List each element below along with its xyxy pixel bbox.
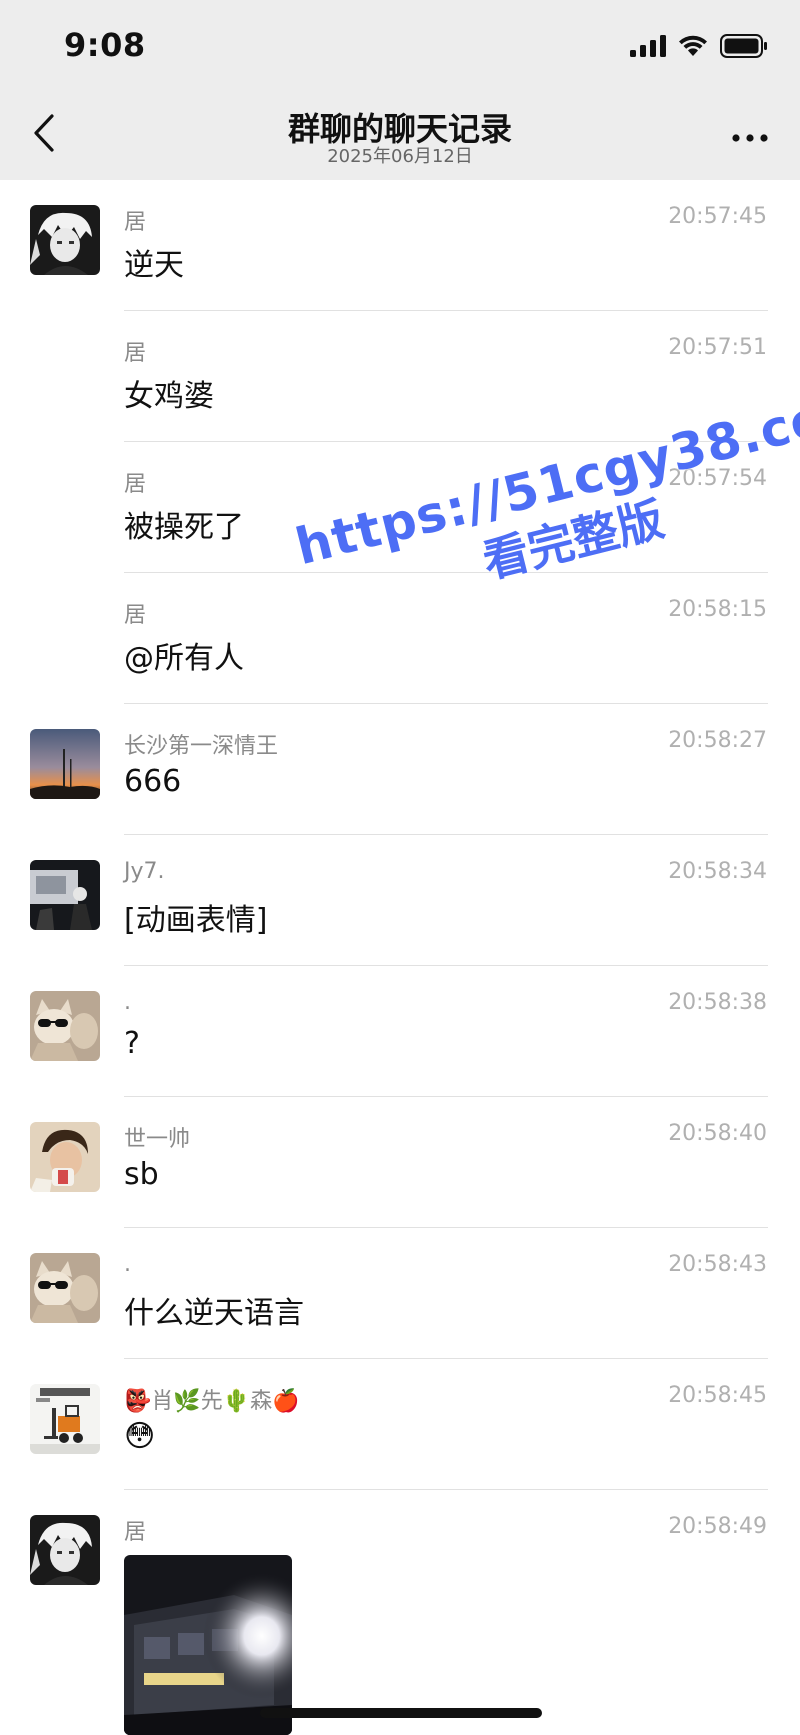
avatar-person-icon (30, 1122, 100, 1192)
message-list[interactable]: 居 20:57:45 逆天 居 20:57:51 女鸡婆 居 20:57:54 … (0, 180, 800, 1735)
message-text[interactable]: 什么逆天语言 (124, 1288, 304, 1332)
message-item[interactable]: 居 20:58:15 @所有人 (0, 573, 800, 704)
message-item[interactable]: . 20:58:38 ? (0, 966, 800, 1097)
navigation-bar: 群聊的聊天记录 2025年06月12日 (0, 92, 800, 180)
avatar[interactable] (30, 205, 100, 275)
sender-name: 居 (124, 341, 147, 366)
message-time: 20:58:38 (668, 990, 767, 1015)
sender-name: 居 (124, 1520, 147, 1545)
avatar-cat-sunglasses-icon (30, 991, 100, 1061)
message-time: 20:58:34 (668, 859, 767, 884)
avatar-sunset-icon (30, 729, 100, 799)
avatar-dark-room-icon (30, 860, 100, 930)
sender-name: 👺肖🌿先🌵森🍎 (124, 1389, 300, 1414)
message-text[interactable]: 逆天 (124, 240, 184, 284)
message-item[interactable]: Jy7. 20:58:34 [动画表情] (0, 835, 800, 966)
avatar[interactable] (30, 1122, 100, 1192)
sender-name: 居 (124, 603, 147, 628)
more-button[interactable] (728, 116, 772, 156)
avatar-cat-sunglasses-icon (30, 1253, 100, 1323)
message-item[interactable]: . 20:58:43 什么逆天语言 (0, 1228, 800, 1359)
message-text[interactable]: 666 (124, 764, 181, 799)
message-time: 20:58:27 (668, 728, 767, 753)
sender-name: 居 (124, 472, 147, 497)
sender-name: 居 (124, 210, 147, 235)
avatar[interactable] (30, 1253, 100, 1323)
sender-name: 世一帅 (124, 1127, 191, 1152)
wifi-icon (678, 35, 708, 61)
message-text[interactable]: @所有人 (124, 633, 244, 677)
avatar[interactable] (30, 1515, 100, 1585)
avatar[interactable] (30, 991, 100, 1061)
message-text[interactable]: ? (124, 1026, 140, 1061)
sender-name: 长沙第一深情王 (124, 734, 279, 759)
message-item[interactable]: 居 20:57:51 女鸡婆 (0, 311, 800, 442)
sender-name: Jy7. (124, 859, 165, 884)
sender-name: . (124, 1252, 131, 1277)
avatar[interactable] (30, 860, 100, 930)
sender-name: . (124, 990, 131, 1015)
message-text[interactable]: 😳 (124, 1419, 155, 1454)
message-time: 20:58:49 (668, 1514, 767, 1539)
message-time: 20:58:45 (668, 1383, 767, 1408)
battery-icon (720, 34, 768, 62)
home-indicator[interactable] (260, 1708, 542, 1718)
status-time: 9:08 (64, 26, 146, 64)
avatar[interactable] (30, 1384, 100, 1454)
message-item[interactable]: 长沙第一深情王 20:58:27 666 (0, 704, 800, 835)
message-item[interactable]: 👺肖🌿先🌵森🍎 20:58:45 😳 (0, 1359, 800, 1490)
avatar-anime-bw-icon (30, 205, 100, 275)
more-dots-icon (732, 127, 768, 146)
page-subtitle-date: 2025年06月12日 (327, 146, 473, 167)
message-item[interactable]: 居 20:57:45 逆天 (0, 180, 800, 311)
message-item[interactable]: 世一帅 20:58:40 sb (0, 1097, 800, 1228)
avatar[interactable] (30, 729, 100, 799)
message-text[interactable]: 被操死了 (124, 502, 244, 546)
signal-icon (630, 35, 666, 61)
message-time: 20:57:54 (668, 466, 767, 491)
message-time: 20:57:45 (668, 204, 767, 229)
message-time: 20:58:40 (668, 1121, 767, 1146)
avatar-forklift-icon (30, 1384, 100, 1454)
status-icons (630, 34, 768, 62)
message-time: 20:58:43 (668, 1252, 767, 1277)
message-text[interactable]: sb (124, 1157, 159, 1192)
message-text[interactable]: 女鸡婆 (124, 371, 214, 415)
message-text[interactable]: [动画表情] (124, 895, 267, 939)
status-bar: 9:08 (0, 0, 800, 92)
message-time: 20:57:51 (668, 335, 767, 360)
message-item[interactable]: 居 20:58:49 (0, 1490, 800, 1735)
message-time: 20:58:15 (668, 597, 767, 622)
message-item[interactable]: 居 20:57:54 被操死了 (0, 442, 800, 573)
avatar-anime-bw-icon (30, 1515, 100, 1585)
